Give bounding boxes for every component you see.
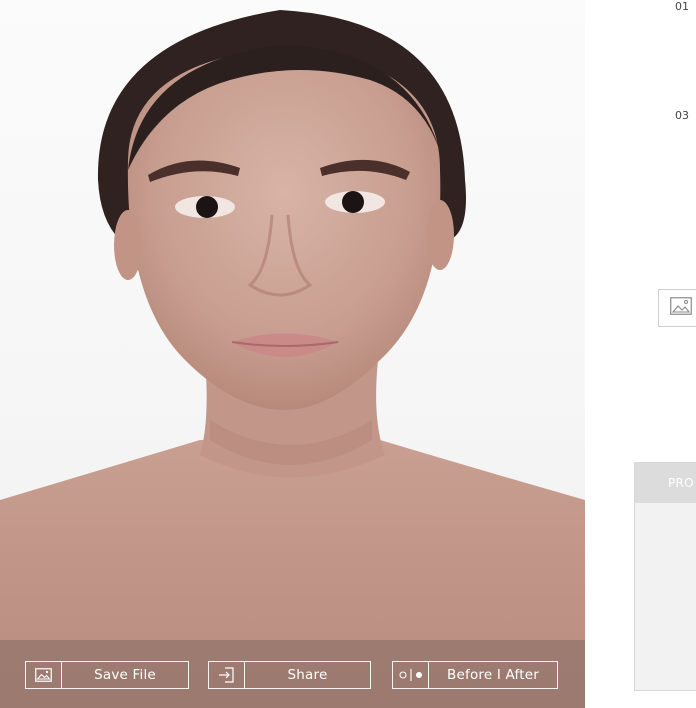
before-after-icon <box>393 662 429 688</box>
save-file-button[interactable]: Save File <box>25 661 189 689</box>
pro-panel-header: PRO <box>635 463 696 503</box>
share-icon <box>209 662 245 688</box>
save-file-label: Save File <box>94 667 156 683</box>
before-after-button[interactable]: Before I After <box>392 661 558 689</box>
share-button[interactable]: Share <box>208 661 371 689</box>
image-upload-thumbnail[interactable] <box>658 289 696 327</box>
step-number-03: 03 <box>675 109 689 122</box>
photo-action-bar: Save File Share Before I After <box>0 640 585 708</box>
portrait-illustration <box>0 10 585 708</box>
share-label: Share <box>287 667 328 683</box>
pro-panel: PRO <box>634 462 696 691</box>
before-after-label: Before I After <box>447 667 539 683</box>
portrait-photo <box>0 0 585 708</box>
image-icon <box>26 662 62 688</box>
image-icon <box>670 297 692 319</box>
step-number-01: 01 <box>675 0 689 13</box>
